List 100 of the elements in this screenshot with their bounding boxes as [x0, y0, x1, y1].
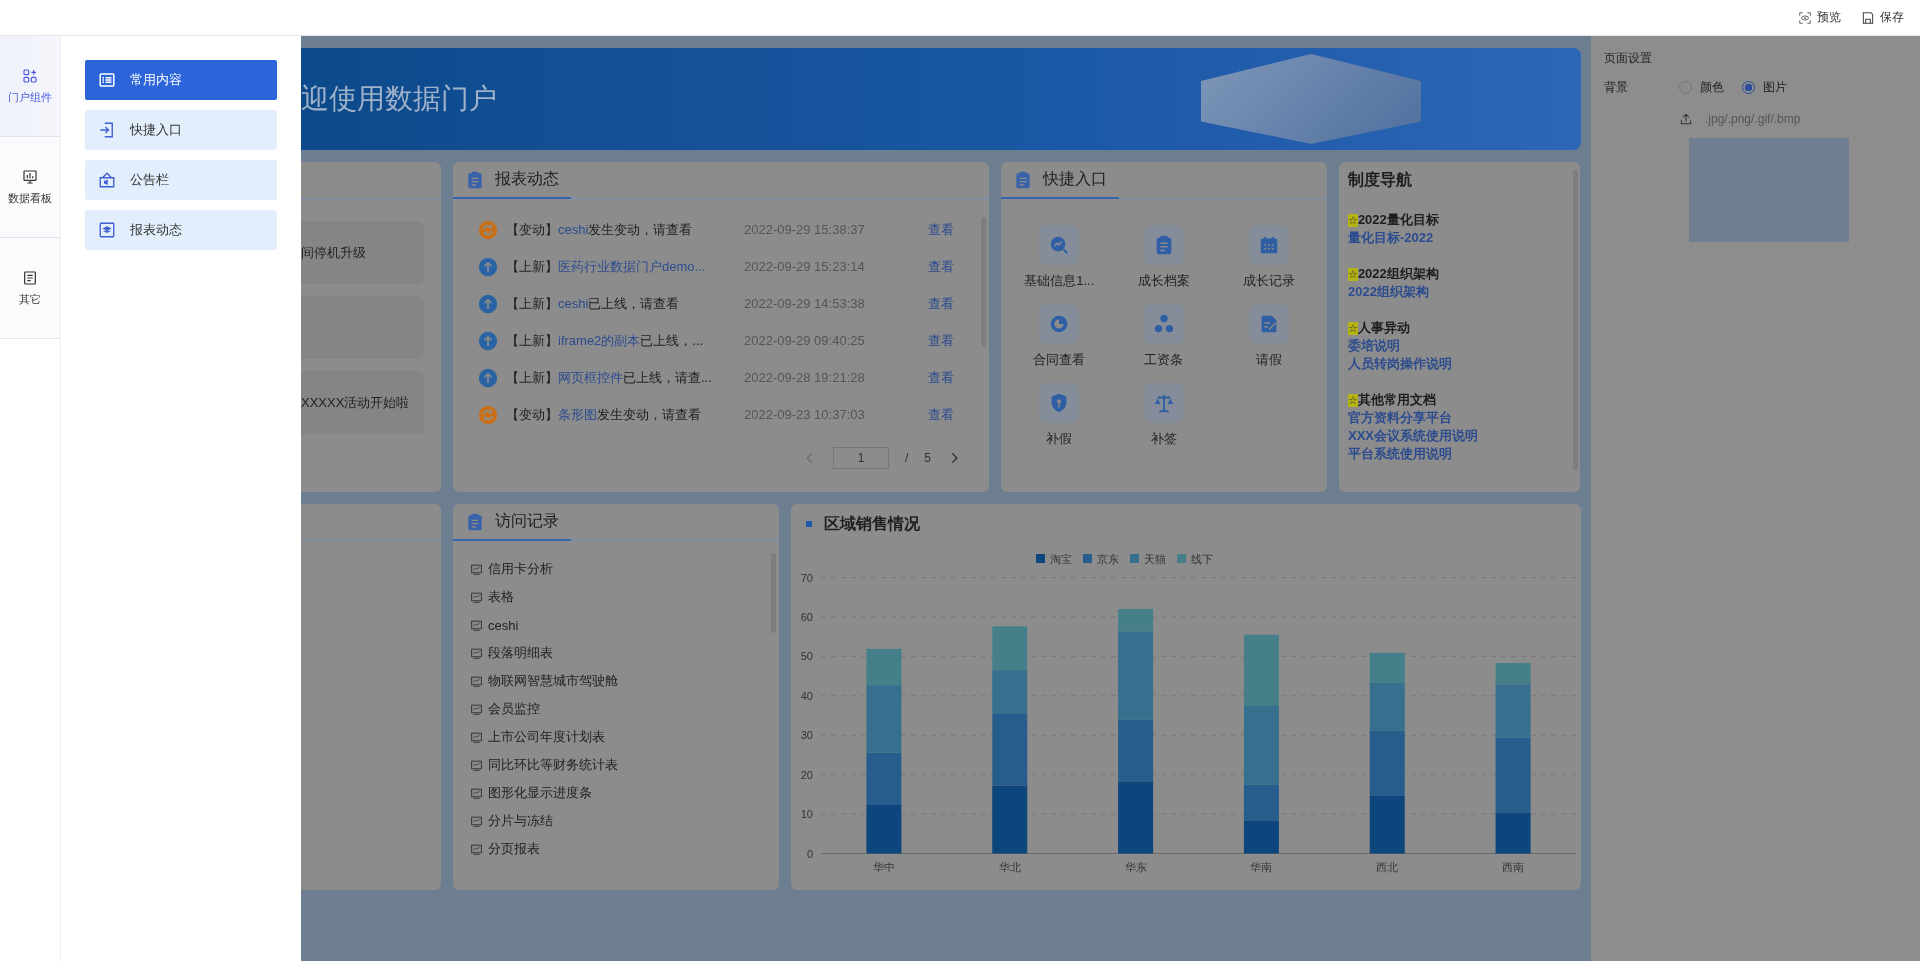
notice-text: XXXXX活动开始啦: [301, 393, 410, 412]
report-link[interactable]: 物联网智慧城市驾驶舱: [488, 672, 618, 690]
shortcut-tile[interactable]: [1039, 225, 1080, 265]
report-link[interactable]: 分页报表: [488, 840, 540, 858]
axis-label: 华南: [1250, 860, 1273, 873]
axis-label: 50: [800, 650, 813, 663]
axis-label: 70: [800, 571, 813, 584]
document-link[interactable]: 人员转岗操作说明: [1348, 355, 1572, 373]
document-link[interactable]: 2022组织架构: [1348, 283, 1572, 301]
axis-label: 0: [806, 847, 813, 860]
up-arrow-circle-icon: [478, 367, 498, 388]
save-icon: [1861, 10, 1875, 25]
card-title: 制度导航: [1348, 170, 1413, 190]
view-link[interactable]: 查看: [928, 220, 954, 239]
legend-item[interactable]: 京东: [1083, 553, 1119, 565]
up-arrow-circle-icon: [478, 293, 498, 314]
toolbar-button[interactable]: 预览: [1798, 7, 1841, 28]
view-link[interactable]: 查看: [928, 331, 954, 350]
card-title: 快捷入口: [1043, 169, 1107, 189]
document-icon: [22, 269, 38, 286]
bar-segment: [992, 785, 1028, 854]
shortcut-label[interactable]: 工资条: [1144, 351, 1184, 369]
component-item[interactable]: 公告栏: [85, 160, 277, 200]
report-link[interactable]: 表格: [488, 588, 514, 606]
radio-button[interactable]: [1742, 81, 1755, 94]
sidebar-item[interactable]: 门户组件: [0, 36, 60, 137]
chart-document-icon: [470, 562, 483, 576]
shortcut-tile[interactable]: [1248, 225, 1289, 265]
legend-item[interactable]: 天猫: [1130, 553, 1166, 565]
shortcut-label[interactable]: 成长记录: [1242, 272, 1295, 290]
legend-label: 淘宝: [1050, 553, 1072, 565]
chart-document-icon: [470, 646, 483, 660]
list-icon: [98, 71, 116, 89]
legend-label: 京东: [1097, 553, 1119, 565]
view-link[interactable]: 查看: [928, 405, 954, 424]
document-link[interactable]: 委培说明: [1348, 337, 1572, 355]
page-input[interactable]: 1: [832, 447, 889, 469]
axis-label: 华中: [872, 860, 895, 873]
bar-segment: [866, 752, 902, 805]
section-title: 2022量化目标: [1357, 211, 1439, 229]
legend-item[interactable]: 线下: [1177, 553, 1213, 565]
document-link[interactable]: 平台系统使用说明: [1348, 445, 1572, 463]
document-link[interactable]: XXX会议系统使用说明: [1348, 427, 1572, 445]
balance-scale-icon: [1153, 392, 1175, 414]
notice-text: 间停机升级: [301, 243, 366, 262]
document-link[interactable]: 官方资料分享平台: [1348, 409, 1572, 427]
report-link[interactable]: 同比环比等财务统计表: [488, 756, 618, 774]
component-item[interactable]: 报表动态: [85, 210, 277, 250]
chart-document-icon: [470, 842, 483, 856]
report-link[interactable]: 图形化显示进度条: [488, 784, 592, 802]
shortcut-label[interactable]: 基础信息1...: [1024, 272, 1095, 290]
card-title: 区域销售情况: [824, 513, 920, 534]
view-link[interactable]: 查看: [928, 294, 954, 313]
radio-option[interactable]: 图片: [1742, 79, 1787, 96]
scan-eye-icon: [1798, 10, 1812, 25]
shortcut-tile[interactable]: [1144, 304, 1184, 344]
toolbar-button[interactable]: 保存: [1861, 7, 1904, 28]
component-item[interactable]: 快捷入口: [85, 110, 277, 150]
chart-document-icon: [470, 618, 483, 632]
report-message: 【上新】iframe2的副本已上线，...: [506, 331, 705, 350]
report-link[interactable]: 信用卡分析: [488, 560, 553, 578]
axis-label: 西北: [1376, 860, 1399, 873]
shortcut-tile[interactable]: [1144, 225, 1184, 265]
banner-title: 迎使用数据门户: [301, 82, 497, 116]
sidebar-item[interactable]: 其它: [0, 238, 60, 339]
view-link[interactable]: 查看: [928, 257, 954, 276]
shortcut-tile[interactable]: [1039, 304, 1080, 344]
report-message: 【上新】网页框控件已上线，请查...: [506, 368, 713, 387]
trend-search-icon: [1048, 234, 1071, 256]
up-arrow-circle-icon: [478, 330, 498, 351]
report-link[interactable]: ceshi: [488, 617, 519, 633]
report-message: 【变动】条形图发生变动，请查看: [506, 405, 702, 424]
shortcut-label[interactable]: 请假: [1255, 351, 1282, 369]
upload-icon: [1679, 112, 1693, 126]
shortcut-label[interactable]: 合同查看: [1033, 351, 1086, 369]
shortcut-label[interactable]: 成长档案: [1138, 272, 1190, 290]
chart-document-icon: [470, 590, 483, 604]
legend-label: 天猫: [1144, 553, 1166, 565]
shortcut-label[interactable]: 补签: [1151, 430, 1177, 448]
shortcut-tile[interactable]: [1248, 304, 1289, 344]
shortcut-tile[interactable]: [1039, 383, 1080, 423]
clipboard-icon: [465, 511, 485, 532]
report-link[interactable]: 段落明细表: [488, 644, 553, 662]
sidebar-item[interactable]: 数据看板: [0, 137, 60, 238]
shortcut-tile[interactable]: [1144, 383, 1184, 423]
speaker-icon: [98, 171, 116, 189]
clipboard-icon: [465, 169, 485, 190]
monitor-chart-icon: [22, 168, 38, 185]
layers-icon: [98, 221, 116, 239]
report-link[interactable]: 上市公司年度计划表: [488, 728, 605, 746]
bar-segment: [1118, 719, 1154, 782]
axis-label: 20: [800, 768, 813, 781]
shortcut-label[interactable]: 补假: [1046, 430, 1073, 448]
radio-option[interactable]: 颜色: [1679, 79, 1724, 96]
legend-item[interactable]: 淘宝: [1036, 553, 1072, 565]
report-link[interactable]: 会员监控: [488, 700, 540, 718]
component-item[interactable]: 常用内容: [85, 60, 277, 100]
view-link[interactable]: 查看: [928, 368, 954, 387]
grid-plus-icon: [22, 67, 38, 84]
report-link[interactable]: 分片与冻结: [488, 812, 553, 830]
